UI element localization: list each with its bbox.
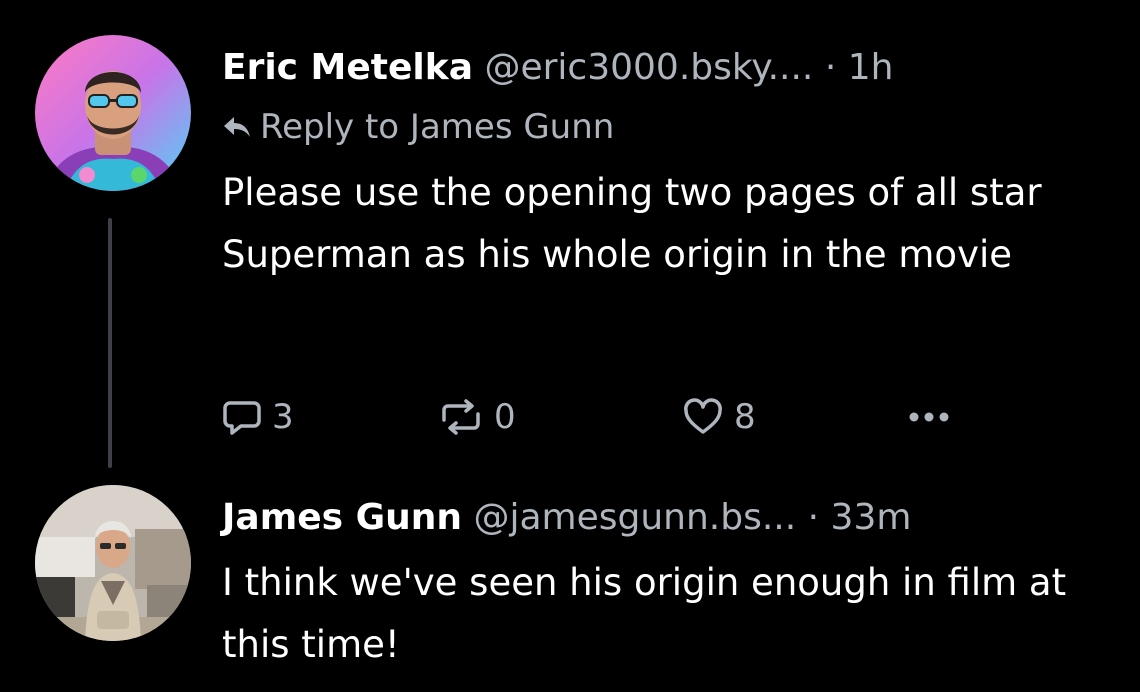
repost-count: 0 [494,397,516,437]
like-button[interactable]: 8 [682,392,756,442]
author-handle[interactable]: @eric3000.bsky.... [484,47,813,88]
ellipsis-icon [909,412,949,422]
post-header: Eric Metelka @eric3000.bsky.... · 1h [222,46,893,90]
reply-button[interactable]: 3 [222,392,294,442]
post-timestamp[interactable]: 33m [831,497,912,538]
avatar-illustration [35,35,191,191]
reply-arrow-icon [224,117,250,137]
post-timestamp[interactable]: 1h [848,47,894,88]
post-thread: Eric Metelka @eric3000.bsky.... · 1h Rep… [0,0,1140,692]
like-count: 8 [734,397,756,437]
reply-to-label: Reply to James Gunn [260,107,615,147]
post-body-text: Please use the opening two pages of all … [222,171,1042,276]
repost-button[interactable]: 0 [438,392,516,442]
avatar-eric-metelka[interactable] [35,35,191,191]
avatar-james-gunn[interactable] [35,485,191,641]
author-handle[interactable]: @jamesgunn.bs... [473,497,796,538]
separator-dot: · [807,497,820,538]
more-options-button[interactable] [906,392,962,442]
avatar-photo [35,485,191,641]
post-body-text: I think we've seen his origin enough in … [222,561,1067,666]
reply-to-link[interactable]: Reply to James Gunn [222,106,614,148]
post-header: James Gunn @jamesgunn.bs... · 33m [222,496,911,540]
post-action-bar: 3 0 8 [222,392,982,442]
author-name[interactable]: Eric Metelka [222,47,473,88]
speech-bubble-icon [223,401,261,435]
author-name[interactable]: James Gunn [222,497,462,538]
heart-icon [684,398,722,434]
reply-count: 3 [272,397,294,437]
repost-icon [442,399,480,435]
thread-connector-line [108,218,112,468]
separator-dot: · [824,47,837,88]
